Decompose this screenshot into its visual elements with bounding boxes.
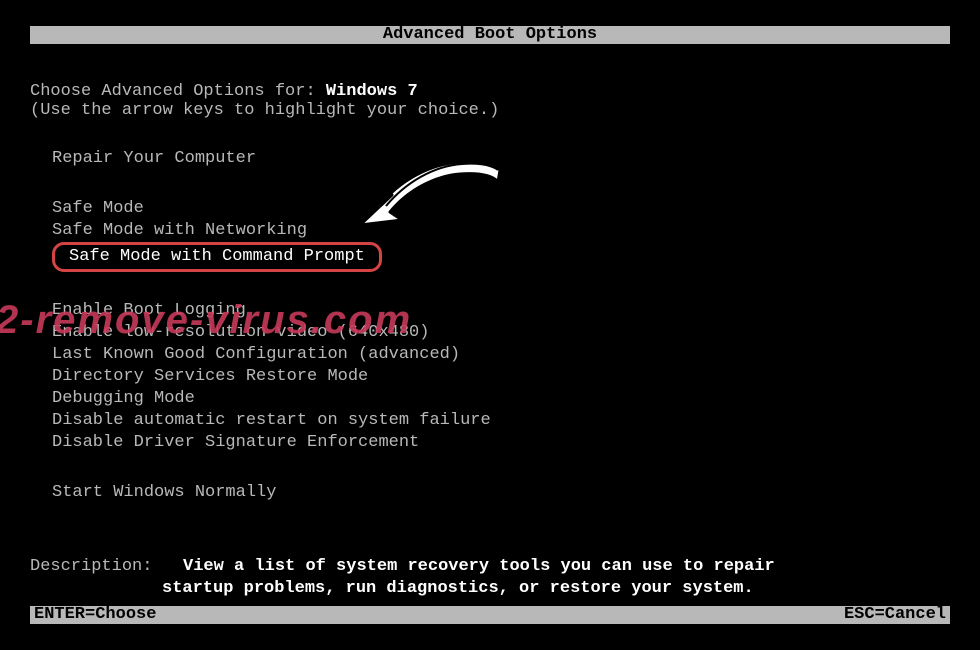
os-name: Windows 7 [326,82,418,101]
title-bar: Advanced Boot Options [30,26,950,44]
option-repair-your-computer[interactable]: Repair Your Computer [52,148,950,170]
title-text: Advanced Boot Options [383,25,597,44]
hint-line: (Use the arrow keys to highlight your ch… [30,101,950,120]
option-disable-driver-sig[interactable]: Disable Driver Signature Enforcement [52,432,950,454]
description-label: Description: [30,557,152,576]
choose-prefix: Choose Advanced Options for: [30,82,326,101]
option-safe-mode-command-prompt[interactable]: Safe Mode with Command Prompt [52,242,382,272]
boot-options-list: Repair Your Computer Safe Mode Safe Mode… [30,148,950,504]
option-group: Enable Boot Logging Enable low-resolutio… [52,300,950,454]
choose-line: Choose Advanced Options for: Windows 7 [30,82,950,101]
option-safe-mode-networking[interactable]: Safe Mode with Networking [52,220,950,242]
footer-enter: ENTER=Choose [34,606,156,624]
option-group: Repair Your Computer [52,148,950,170]
description-block: Description: View a list of system recov… [30,556,950,600]
option-low-res-video[interactable]: Enable low-resolution video (640x480) [52,322,950,344]
option-group: Safe Mode Safe Mode with Networking Safe… [52,198,950,272]
option-directory-services-restore[interactable]: Directory Services Restore Mode [52,366,950,388]
option-safe-mode[interactable]: Safe Mode [52,198,950,220]
option-debugging-mode[interactable]: Debugging Mode [52,388,950,410]
description-text-line1: View a list of system recovery tools you… [183,557,775,576]
main-content: Choose Advanced Options for: Windows 7 (… [30,82,950,600]
option-disable-auto-restart[interactable]: Disable automatic restart on system fail… [52,410,950,432]
option-boot-logging[interactable]: Enable Boot Logging [52,300,950,322]
footer-bar: ENTER=Choose ESC=Cancel [30,606,950,624]
option-group: Start Windows Normally [52,482,950,504]
option-last-known-good[interactable]: Last Known Good Configuration (advanced) [52,344,950,366]
option-start-windows-normally[interactable]: Start Windows Normally [52,482,950,504]
footer-esc: ESC=Cancel [844,606,946,624]
description-text-line2: startup problems, run diagnostics, or re… [30,578,950,600]
